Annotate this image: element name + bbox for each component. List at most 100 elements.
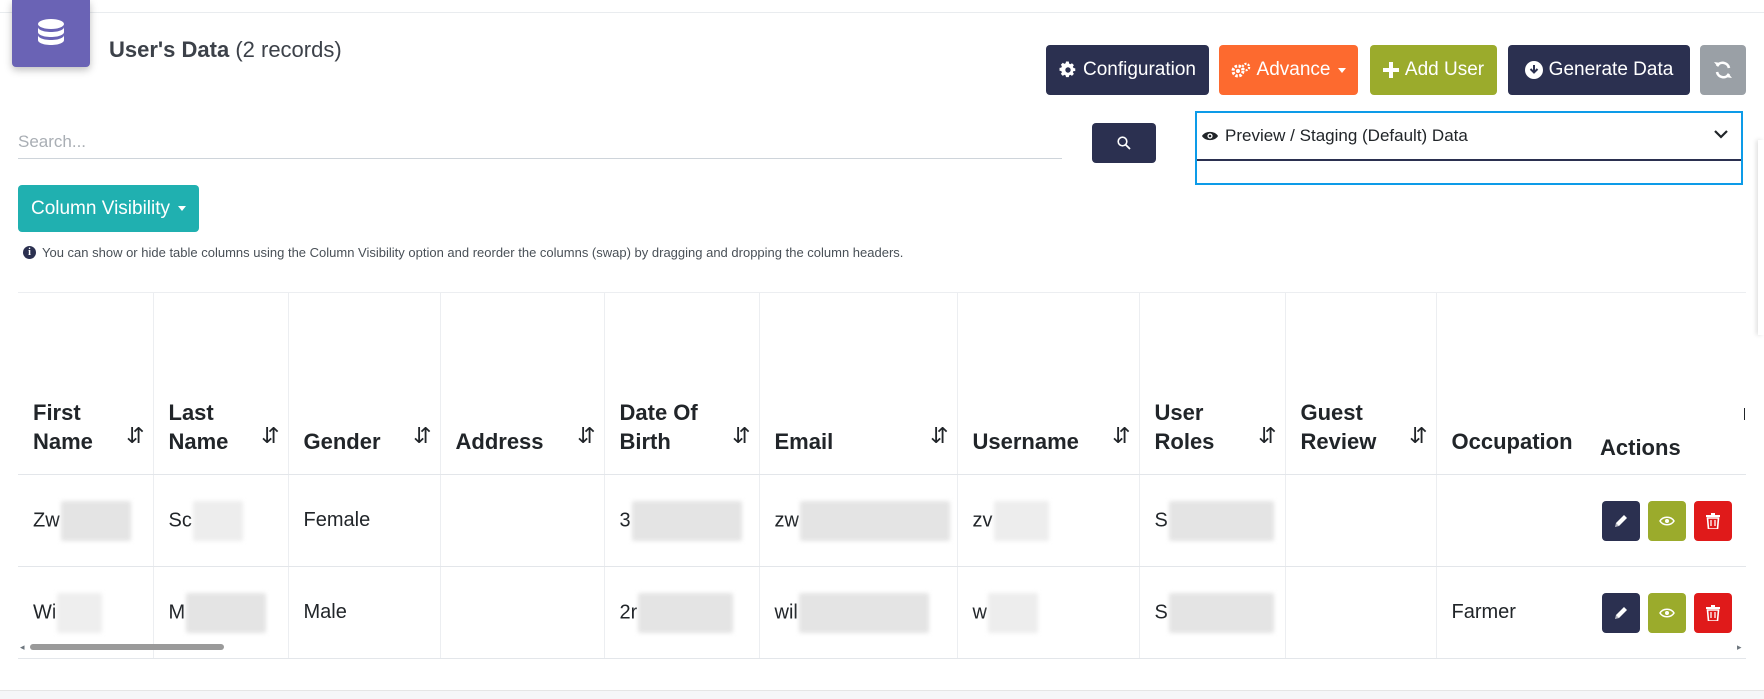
info-note: i You can show or hide table columns usi… (23, 245, 903, 260)
sort-icon[interactable]: ⇵ (1409, 421, 1428, 450)
column-label: Occupation (1451, 429, 1573, 454)
cell-username: w (957, 566, 1140, 659)
cell-text: Wi (33, 600, 57, 623)
cell-text: wil (774, 600, 798, 623)
redacted-text (192, 500, 243, 541)
cell-text: M (168, 600, 186, 623)
column-header-user-roles[interactable]: User Roles ⇵ (1139, 292, 1286, 475)
column-header-email[interactable]: Email ⇵ (759, 292, 958, 475)
download-circle-icon (1524, 61, 1543, 79)
page-title-main: User's Data (109, 37, 230, 62)
column-label: Last Name (168, 400, 229, 454)
column-header-last-name[interactable]: Last Name ⇵ (153, 292, 289, 475)
view-button[interactable] (1648, 500, 1686, 541)
info-text: You can show or hide table columns using… (42, 245, 904, 260)
cell-text: Farmer (1451, 601, 1516, 623)
column-header-guest-review[interactable]: Guest Review ⇵ (1285, 292, 1437, 475)
delete-button[interactable] (1694, 592, 1732, 633)
column-header-actions: Actions (1585, 292, 1746, 475)
cell-address (440, 566, 605, 659)
gears-icon (1231, 62, 1250, 78)
redacted-text (60, 500, 131, 541)
scroll-right-arrow-icon[interactable]: ▸ (1737, 642, 1742, 653)
data-source-select[interactable]: Preview / Staging (Default) Data (1195, 111, 1743, 185)
redacted-text (186, 592, 267, 633)
pencil-icon (1615, 606, 1627, 619)
configuration-button[interactable]: Configuration (1046, 45, 1209, 95)
search-input[interactable] (18, 126, 1062, 159)
redacted-text (638, 592, 734, 633)
cell-date-of-birth: 3 (604, 474, 760, 567)
delete-button[interactable] (1694, 500, 1732, 541)
column-header-username[interactable]: Username ⇵ (957, 292, 1140, 475)
record-count: (2 records) (235, 37, 342, 62)
table-header-row: First Name ⇵ Last Name ⇵ Gender ⇵ Address ⇵ … (18, 292, 1746, 475)
sort-icon[interactable]: ⇵ (1258, 421, 1277, 450)
gear-icon (1059, 61, 1076, 78)
add-user-button[interactable]: Add User (1370, 45, 1497, 95)
add-user-label: Add User (1404, 59, 1485, 80)
column-visibility-button[interactable]: Column Visibility (18, 185, 199, 232)
sort-icon[interactable]: ⇵ (732, 421, 751, 450)
caret-down-icon (178, 206, 187, 211)
cell-text: 2r (619, 600, 638, 623)
redacted-text (987, 592, 1038, 633)
sort-icon[interactable]: ⇵ (1112, 421, 1131, 450)
footer-strip (0, 691, 1764, 699)
eye-icon (1659, 608, 1675, 617)
cell-actions (1585, 566, 1746, 659)
table-row: Zw Sc Female 3 zw zv S (18, 474, 1746, 567)
generate-data-button[interactable]: Generate Data (1508, 45, 1690, 95)
column-header-date-of-birth[interactable]: Date Of Birth ⇵ (604, 292, 760, 475)
column-label: First Name (33, 400, 93, 454)
advance-label: Advance (1256, 59, 1331, 80)
column-label: Address (455, 429, 544, 454)
search-button[interactable] (1092, 123, 1156, 163)
eye-icon (1659, 516, 1675, 525)
redacted-text (993, 500, 1049, 541)
column-header-first-name[interactable]: First Name ⇵ (18, 292, 154, 475)
cell-email: wil (759, 566, 958, 659)
cell-gender: Male (288, 566, 441, 659)
column-header-gender[interactable]: Gender ⇵ (288, 292, 441, 475)
cell-text: Sc (168, 508, 192, 531)
cell-guest-review (1285, 474, 1437, 567)
cell-username: zv (957, 474, 1140, 567)
redacted-text (631, 500, 742, 541)
redacted-text (798, 592, 929, 633)
cell-email: zw (759, 474, 958, 567)
refresh-button[interactable] (1700, 45, 1746, 95)
sort-icon[interactable]: ⇵ (930, 421, 949, 450)
search-icon (1117, 136, 1131, 150)
cell-user-roles: S (1139, 474, 1286, 567)
sort-icon[interactable]: ⇵ (261, 421, 280, 450)
pencil-icon (1615, 514, 1627, 527)
cell-actions (1585, 474, 1746, 567)
column-header-occupation[interactable]: Occupation (1436, 292, 1585, 475)
sort-icon[interactable]: ⇵ (413, 421, 432, 450)
column-header-address[interactable]: Address ⇵ (440, 292, 605, 475)
table-row: Wi M Male 2r wil w S Farmer (18, 566, 1746, 659)
cell-last-name: Sc (153, 474, 289, 567)
column-label: Email (774, 429, 834, 454)
sort-icon[interactable]: ⇵ (126, 421, 145, 450)
cell-text: Female (303, 509, 371, 531)
column-label: Date Of Birth (619, 400, 698, 454)
view-button[interactable] (1648, 592, 1686, 633)
trash-icon (1706, 512, 1720, 529)
redacted-text (1168, 592, 1274, 633)
sort-icon[interactable]: ⇵ (577, 421, 596, 450)
info-icon: i (23, 246, 36, 259)
edit-button[interactable] (1602, 592, 1640, 633)
redacted-text (57, 592, 103, 633)
edit-button[interactable] (1602, 500, 1640, 541)
cell-text: zv (972, 508, 993, 531)
advance-dropdown-button[interactable]: Advance (1219, 45, 1358, 95)
redacted-text (1168, 500, 1274, 541)
database-icon (38, 18, 64, 45)
horizontal-scrollbar[interactable] (30, 644, 224, 650)
cell-date-of-birth: 2r (604, 566, 760, 659)
scroll-left-arrow-icon[interactable]: ◂ (20, 642, 25, 653)
cell-occupation: Farmer (1436, 566, 1585, 659)
cell-text: 3 (619, 508, 631, 531)
